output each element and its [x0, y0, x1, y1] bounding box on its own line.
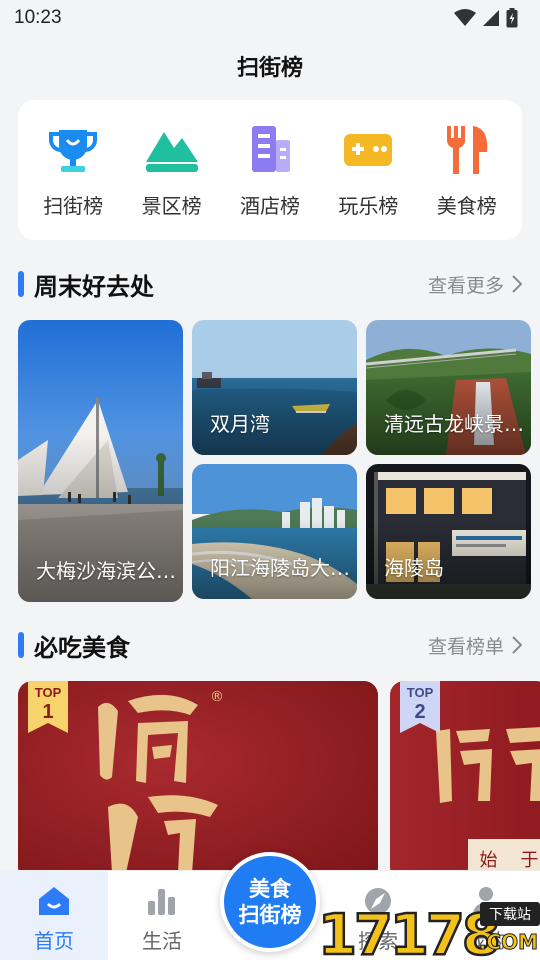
page-title: 扫街榜: [236, 56, 303, 81]
svg-text:17178: 17178: [318, 903, 498, 960]
rank-category-food[interactable]: 美食榜: [419, 122, 515, 219]
rank-category-hotel[interactable]: 酒店榜: [222, 122, 318, 219]
signal-icon: [483, 10, 499, 26]
watermark-suffix: .COM: [478, 930, 538, 955]
top-badge-text: TOP: [406, 685, 434, 700]
top-badge-number: 2: [414, 701, 426, 723]
food-ranking-fab-button[interactable]: 美食 扫街榜: [220, 852, 320, 952]
destination-card-hailingdao-beach[interactable]: 阳江海陵岛大…: [192, 464, 357, 599]
sign-char: 始: [479, 850, 498, 871]
top-badge-number: 1: [42, 701, 54, 723]
rank-category-label: 扫街榜: [43, 193, 104, 218]
weekend-section-title: 周末好去处: [34, 272, 154, 301]
food-section-header: 必吃美食 查看榜单: [18, 628, 522, 663]
see-list-label: 查看榜单: [427, 635, 504, 658]
rank-category-entertainment[interactable]: 玩乐榜: [320, 122, 416, 219]
destination-card-dameisha[interactable]: 大梅沙海滨公…: [18, 320, 183, 602]
watermark-badge-text: 下载站: [489, 907, 531, 923]
rank-category-scan-street[interactable]: 扫街榜: [25, 122, 121, 219]
status-time: 10:23: [14, 7, 62, 28]
chevron-right-icon: [512, 275, 522, 293]
rank-category-label: 玩乐榜: [338, 193, 399, 218]
food-logo-calligraphy: [436, 727, 540, 803]
rank-category-label: 景区榜: [141, 193, 202, 218]
nav-tab-life[interactable]: 生活: [108, 871, 216, 960]
bar-chart-icon: [148, 889, 175, 915]
weekend-section-title-wrap: 周末好去处: [18, 267, 154, 302]
destination-label: 海陵岛: [384, 556, 444, 580]
chevron-right-icon: [512, 636, 522, 654]
food-card-rank-2[interactable]: 始 于 TOP 2: [390, 681, 540, 881]
mountain-icon: [144, 122, 200, 178]
trophy-icon: [45, 122, 101, 178]
fab-label-line1: 美食: [249, 877, 291, 901]
rank-category-label: 酒店榜: [239, 193, 300, 218]
home-icon: [39, 887, 69, 915]
status-bar: 10:23: [0, 0, 540, 36]
fab-label-line2: 扫街榜: [238, 903, 302, 927]
watermark-badge: 下载站: [480, 902, 540, 926]
nav-tab-home[interactable]: 首页: [0, 871, 108, 960]
status-icons: [454, 8, 518, 28]
battery-icon: [506, 8, 518, 28]
destination-card-hailingdao[interactable]: 海陵岛: [366, 464, 531, 599]
sign-char: 于: [520, 850, 539, 871]
rank-category-scenic[interactable]: 景区榜: [124, 122, 220, 219]
wifi-icon: [454, 9, 476, 26]
destination-card-gulongxia[interactable]: 清远古龙峡景…: [366, 320, 531, 455]
destination-label: 双月湾: [210, 412, 270, 436]
food-section-title: 必吃美食: [34, 633, 130, 662]
rank-category-label: 美食榜: [436, 193, 497, 218]
section-accent-bar: [18, 632, 24, 658]
section-accent-bar: [18, 271, 24, 297]
hotel-building-icon: [242, 122, 298, 178]
food-see-list-link[interactable]: 查看榜单: [428, 632, 522, 659]
food-section-title-wrap: 必吃美食: [18, 628, 130, 663]
site-watermark: 17178 下载站 .COM: [316, 898, 540, 960]
weekend-see-more-link[interactable]: 查看更多: [428, 271, 522, 298]
fork-knife-icon: [439, 122, 495, 178]
top-rank-badge: TOP 2: [400, 681, 440, 733]
top-badge-text: TOP: [34, 685, 62, 700]
nav-label: 生活: [142, 929, 182, 953]
registered-mark: ®: [210, 689, 224, 705]
destination-label: 清远古龙峡景…: [384, 412, 524, 436]
nav-label: 首页: [34, 929, 74, 953]
gamepad-icon: [340, 122, 396, 178]
food-card-rank-1[interactable]: ® TOP 1: [18, 681, 378, 881]
food-logo-calligraphy: [98, 694, 218, 873]
top-rank-badge: TOP 1: [28, 681, 68, 733]
destination-label: 大梅沙海滨公…: [36, 559, 176, 583]
weekend-section-header: 周末好去处 查看更多: [18, 267, 522, 302]
destination-card-shuangyuewan[interactable]: 双月湾: [192, 320, 357, 455]
see-more-label: 查看更多: [427, 274, 504, 297]
destination-label: 阳江海陵岛大…: [210, 556, 350, 580]
rank-category-card: 扫街榜 景区榜 酒店榜 玩乐榜 美食榜: [18, 100, 522, 240]
